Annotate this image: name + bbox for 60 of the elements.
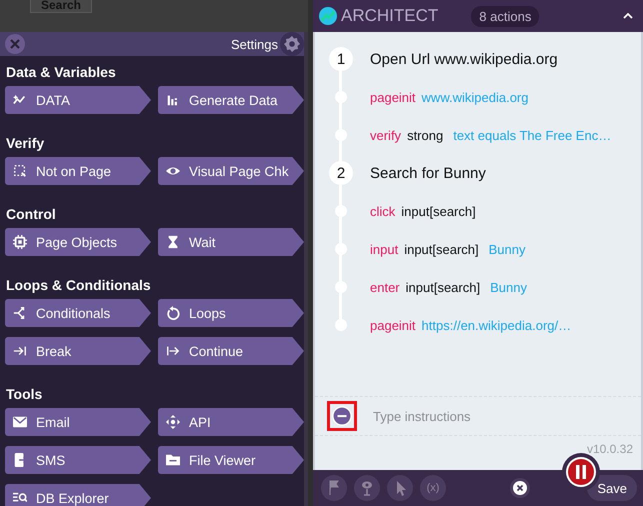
section-heading: Tools [6, 385, 44, 404]
action-block[interactable]: Continue [158, 337, 304, 365]
app-title: ARCHITECT [341, 6, 438, 26]
action-block[interactable]: Page Objects [5, 228, 151, 256]
action-block[interactable]: Email [5, 408, 151, 436]
envelope-icon [13, 415, 27, 429]
caret-icon[interactable] [623, 13, 633, 19]
action-target[interactable]: input[search] [404, 242, 479, 256]
section-heading: Control [6, 205, 57, 224]
settings-label: Settings [231, 36, 278, 52]
step-title[interactable]: Search for Bunny [370, 164, 486, 182]
action-block[interactable]: File Viewer [158, 446, 304, 474]
step-title[interactable]: Open Url www.wikipedia.org [370, 50, 558, 68]
bar-chart-icon [166, 93, 180, 107]
dashed-square-icon [13, 164, 27, 178]
action-block[interactable]: API [158, 408, 304, 436]
close-icon[interactable] [510, 478, 530, 498]
action-command[interactable]: input [370, 242, 398, 256]
move-arrows-icon [166, 415, 180, 429]
section-heading: Verify [6, 134, 46, 153]
action-block[interactable]: DB Explorer [5, 484, 151, 506]
flag-icon[interactable] [321, 475, 347, 501]
action-target[interactable]: input[search] [406, 280, 480, 294]
action-command[interactable]: enter [370, 280, 400, 294]
action-block[interactable]: Loops [158, 299, 304, 327]
section-heading: Loops & Conditionals [6, 276, 152, 295]
action-command[interactable]: verify [370, 128, 402, 142]
action-target[interactable]: input[search] [401, 204, 476, 218]
eye-pin-icon[interactable] [354, 475, 380, 501]
pointer-icon[interactable] [387, 475, 413, 501]
step-number: 1 [329, 47, 353, 71]
action-block[interactable]: Not on Page [5, 157, 151, 185]
hourglass-icon [166, 235, 180, 249]
action-command[interactable]: click [370, 204, 396, 218]
instruction-input[interactable]: Type instructions [371, 408, 575, 424]
action-block[interactable]: DATA [5, 86, 151, 114]
action-block[interactable]: Visual Page Chk [158, 157, 304, 185]
step-number: 2 [329, 161, 353, 185]
section-heading: Data & Variables [6, 63, 117, 82]
action-block[interactable]: Wait [158, 228, 304, 256]
action-count: 8 actions [471, 6, 540, 26]
settings-icon[interactable] [280, 32, 304, 56]
version-label: v10.0.32 [586, 442, 633, 458]
action-block[interactable]: SMS [5, 446, 151, 474]
branch-icon [13, 306, 27, 320]
rotate-arrow-icon [166, 306, 180, 320]
list-search-icon [13, 491, 27, 505]
action-command[interactable]: pageinit [370, 318, 416, 332]
action-target[interactable]: strong [407, 128, 444, 142]
action-block[interactable]: Generate Data [158, 86, 304, 114]
chart-icon [13, 93, 27, 107]
action-block[interactable]: Break [5, 337, 151, 365]
minus-button[interactable] [332, 406, 352, 426]
chip-icon [13, 235, 27, 249]
action-block[interactable]: Conditionals [5, 299, 151, 327]
logo-icon [319, 7, 337, 25]
bar-to-arrow-icon [166, 344, 180, 358]
action-command[interactable]: pageinit [370, 90, 416, 104]
arrow-to-bar-icon [13, 344, 27, 358]
folder-icon [166, 453, 180, 467]
